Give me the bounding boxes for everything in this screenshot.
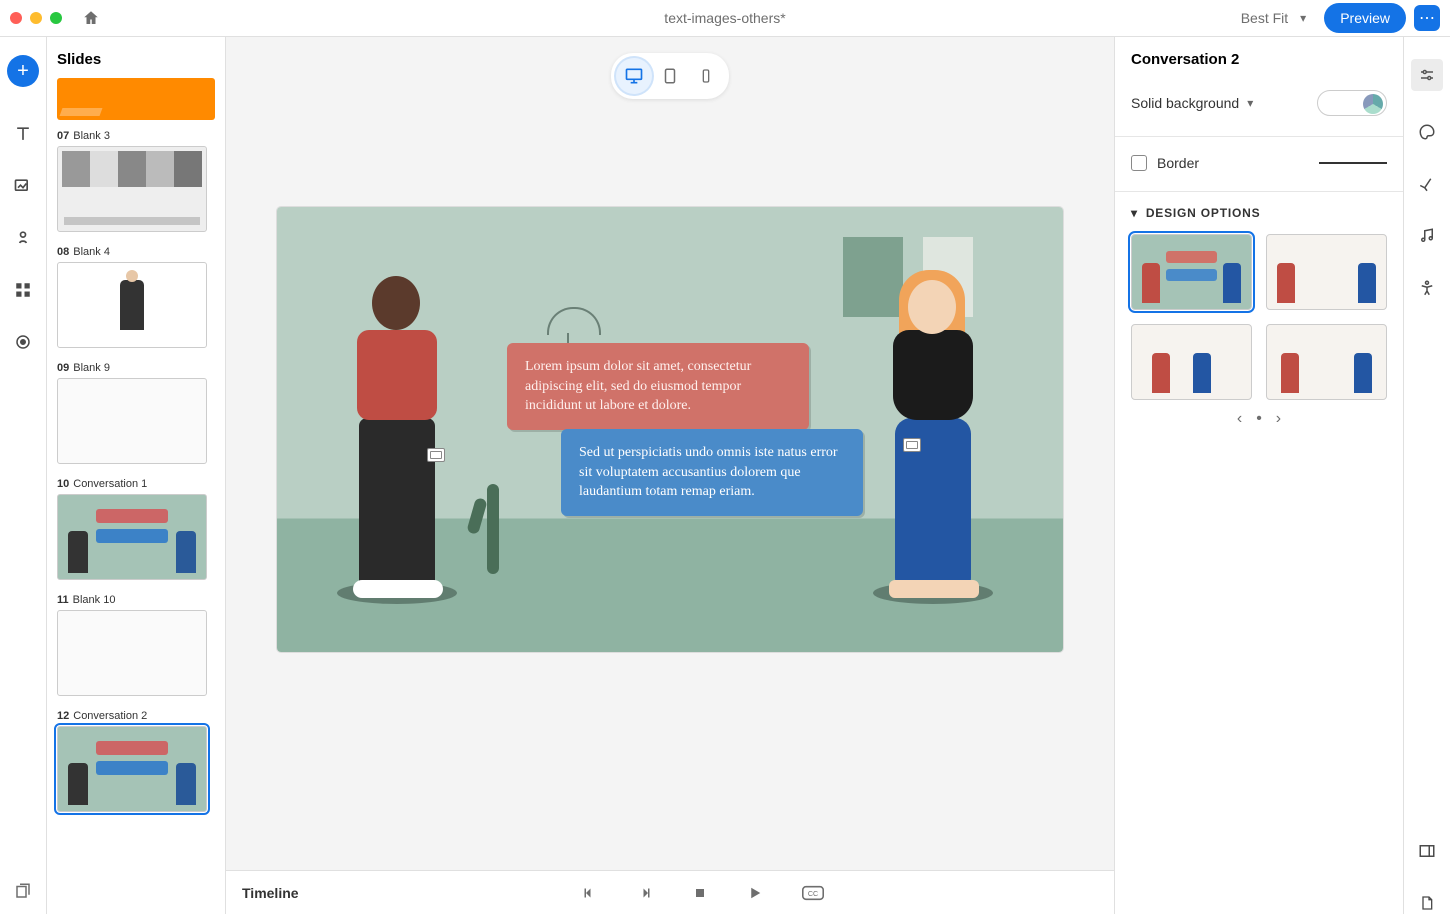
tablet-device-button[interactable] — [652, 58, 688, 94]
record-tool-icon[interactable] — [12, 331, 34, 353]
slide-item[interactable]: 10Conversation 1 — [57, 478, 215, 580]
mobile-device-button[interactable] — [688, 58, 724, 94]
properties-panel: Conversation 2 Solid background ▾ Border… — [1114, 37, 1403, 914]
document-icon[interactable] — [1416, 892, 1438, 914]
slide-item[interactable]: 08Blank 4 — [57, 246, 215, 348]
design-option-3[interactable] — [1131, 324, 1252, 400]
zoom-select[interactable]: Best Fit — [1241, 10, 1306, 26]
more-menu-button[interactable]: ⋯ — [1414, 5, 1440, 31]
widgets-tool-icon[interactable] — [12, 279, 34, 301]
design-options-header[interactable]: ▾ DESIGN OPTIONS — [1131, 206, 1387, 220]
settings-toggle-button[interactable] — [1411, 59, 1443, 91]
options-prev-button[interactable]: ‹ — [1237, 410, 1242, 428]
slide-thumb[interactable] — [57, 378, 207, 464]
device-switch — [611, 53, 729, 99]
preview-button[interactable]: Preview — [1324, 3, 1406, 33]
appearance-icon[interactable] — [1416, 121, 1438, 143]
panel-layout-icon[interactable] — [1416, 840, 1438, 862]
image-placeholder-icon — [427, 448, 445, 462]
speech-bubble-2[interactable]: Sed ut perspiciatis undo omnis iste natu… — [561, 429, 863, 516]
desktop-device-button[interactable] — [616, 58, 652, 94]
border-style-preview[interactable] — [1319, 162, 1387, 164]
chevron-down-icon[interactable]: ▾ — [1247, 96, 1253, 110]
close-window-button[interactable] — [10, 12, 22, 24]
timeline-title: Timeline — [242, 885, 299, 901]
background-color-swatch[interactable] — [1317, 90, 1387, 116]
text-tool-icon[interactable] — [12, 123, 34, 145]
stop-button[interactable] — [692, 884, 708, 902]
svg-text:CC: CC — [808, 891, 818, 898]
maximize-window-button[interactable] — [50, 12, 62, 24]
left-tool-rail: + — [0, 37, 47, 914]
chevron-down-icon: ▾ — [1131, 206, 1138, 220]
border-checkbox[interactable] — [1131, 155, 1147, 171]
slide-item[interactable]: 12Conversation 2 — [57, 710, 215, 812]
play-button[interactable] — [746, 884, 764, 902]
document-title: text-images-others* — [664, 10, 785, 26]
pages-icon[interactable] — [14, 882, 32, 900]
options-page-indicator: • — [1256, 410, 1262, 428]
character-left[interactable] — [317, 258, 477, 598]
minimize-window-button[interactable] — [30, 12, 42, 24]
add-slide-button[interactable]: + — [7, 55, 39, 87]
canvas-area: Lorem ipsum dolor sit amet, consectetur … — [226, 37, 1114, 914]
home-icon[interactable] — [82, 9, 100, 27]
step-back-button[interactable] — [580, 884, 598, 902]
background-label: Solid background — [1131, 95, 1239, 111]
slide-thumb[interactable] — [57, 262, 207, 348]
speech-bubble-1[interactable]: Lorem ipsum dolor sit amet, consectetur … — [507, 343, 809, 430]
border-label: Border — [1157, 155, 1199, 171]
options-next-button[interactable]: › — [1276, 410, 1281, 428]
slide-thumb[interactable] — [57, 146, 207, 232]
right-tool-rail — [1403, 37, 1450, 914]
slide-item[interactable]: 09Blank 9 — [57, 362, 215, 464]
timeline-bar: Timeline CC — [226, 870, 1114, 914]
accessibility-icon[interactable] — [1416, 277, 1438, 299]
slide-stage[interactable]: Lorem ipsum dolor sit amet, consectetur … — [277, 207, 1063, 652]
animate-icon[interactable] — [1416, 173, 1438, 195]
audio-icon[interactable] — [1416, 225, 1438, 247]
properties-title: Conversation 2 — [1131, 51, 1239, 68]
slide-item[interactable]: 11Blank 10 — [57, 594, 215, 696]
slides-panel: Slides 07Blank 3 08Blank 4 09Blank 9 10C… — [47, 37, 226, 914]
character-right[interactable] — [853, 258, 1013, 598]
slide-thumb[interactable] — [57, 610, 207, 696]
interaction-tool-icon[interactable] — [12, 227, 34, 249]
slide-thumb-partial[interactable] — [57, 78, 215, 120]
captions-button[interactable]: CC — [802, 884, 824, 902]
slide-thumb[interactable] — [57, 494, 207, 580]
slides-panel-title: Slides — [57, 51, 215, 68]
design-option-1[interactable] — [1131, 234, 1252, 310]
design-option-4[interactable] — [1266, 324, 1387, 400]
slide-item[interactable]: 07Blank 3 — [57, 130, 215, 232]
window-controls — [10, 12, 62, 24]
step-forward-button[interactable] — [636, 884, 654, 902]
image-placeholder-icon — [903, 438, 921, 452]
design-option-2[interactable] — [1266, 234, 1387, 310]
titlebar: text-images-others* Best Fit ▾ Preview ⋯ — [0, 0, 1450, 37]
slide-thumb-selected[interactable] — [57, 726, 207, 812]
media-tool-icon[interactable] — [12, 175, 34, 197]
